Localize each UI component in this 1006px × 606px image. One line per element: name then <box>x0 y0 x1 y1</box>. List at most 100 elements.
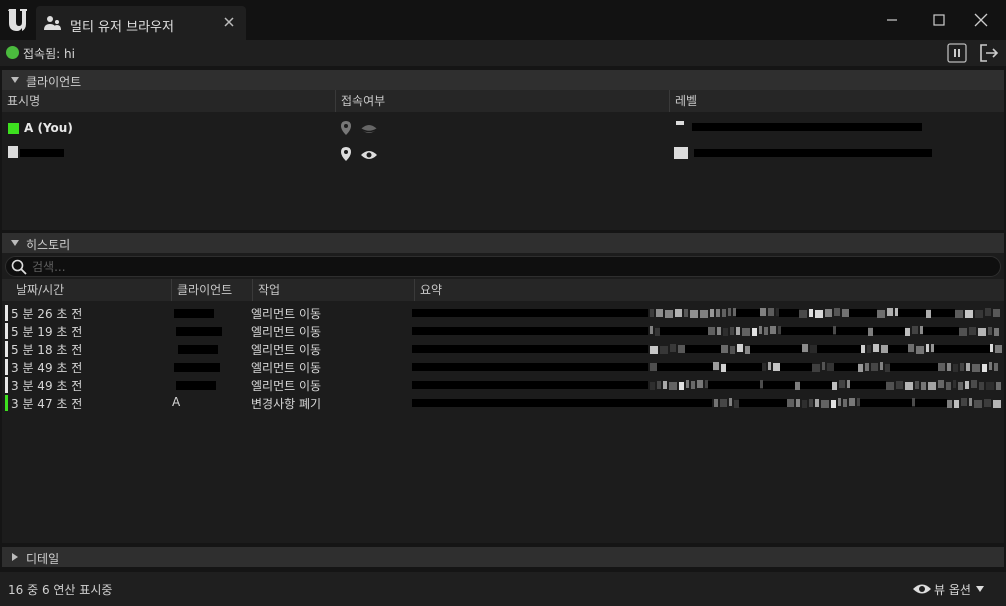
redacted-noise <box>690 310 698 318</box>
redacted-level <box>692 123 922 131</box>
redacted-summary <box>736 309 760 317</box>
redacted-noise <box>905 328 910 336</box>
history-action: 엘리먼트 이동 <box>251 361 322 375</box>
redacted-noise <box>834 308 840 316</box>
tab-multi-user-browser[interactable]: 멀티 유저 브라우저 <box>36 6 246 40</box>
search-input[interactable] <box>32 258 932 276</box>
redacted-noise <box>660 346 668 354</box>
redacted-client <box>174 309 214 318</box>
redacted-noise <box>877 310 885 318</box>
redacted-noise <box>831 400 836 408</box>
redacted-noise <box>873 344 879 352</box>
redacted-summary <box>739 399 787 407</box>
redacted-summary <box>685 345 721 353</box>
redacted-noise <box>713 362 719 370</box>
redacted-client <box>178 345 218 354</box>
column-connection[interactable]: 접속여부 <box>336 90 670 112</box>
redacted-noise <box>959 328 967 336</box>
eye-closed-icon[interactable] <box>360 123 378 135</box>
redacted-summary <box>888 345 908 353</box>
clients-section-header[interactable]: 클라이언트 <box>2 70 1004 90</box>
redacted-noise <box>916 346 924 354</box>
redacted-noise <box>985 308 991 316</box>
title-bar: 멀티 유저 브라우저 <box>0 0 1006 40</box>
redacted-noise <box>982 364 987 372</box>
history-search-box[interactable] <box>5 256 1001 277</box>
redacted-noise <box>955 310 963 318</box>
redacted-summary <box>657 363 713 371</box>
redacted-noise <box>993 309 1000 317</box>
redacted-summary <box>873 327 905 335</box>
clients-column-header: 표시명 접속여부 레벨 <box>2 90 1004 112</box>
redacted-noise <box>971 380 977 388</box>
history-row[interactable]: 5 분 18 초 전 엘리먼트 이동 <box>2 340 1004 358</box>
redacted-noise <box>974 400 982 408</box>
redacted-noise <box>650 363 657 371</box>
redacted-noise <box>742 328 750 336</box>
redacted-summary <box>708 381 760 389</box>
redacted-noise <box>770 326 776 334</box>
redacted-noise <box>953 380 956 388</box>
redacted-noise <box>822 362 825 370</box>
history-action: 엘리먼트 이동 <box>251 325 322 339</box>
history-row[interactable]: 3 분 47 초 전 A 변경사항 폐기 <box>2 394 1004 412</box>
redacted-noise <box>720 399 727 407</box>
history-row[interactable]: 3 분 49 초 전 엘리먼트 이동 <box>2 358 1004 376</box>
details-section-header[interactable]: 디테일 <box>2 547 1004 567</box>
eye-icon[interactable] <box>360 149 378 161</box>
column-client[interactable]: 클라이언트 <box>172 279 253 301</box>
history-section-header[interactable]: 히스토리 <box>2 233 1004 253</box>
redacted-noise <box>887 308 893 316</box>
column-level[interactable]: 레벨 <box>670 90 1004 112</box>
window-close-icon[interactable] <box>971 10 991 30</box>
redacted-noise <box>691 381 695 389</box>
redacted-client <box>174 363 220 372</box>
redacted-noise <box>762 363 766 371</box>
redacted-noise <box>679 382 684 390</box>
history-time: 5 분 18 초 전 <box>11 343 83 357</box>
redacted-summary <box>660 327 708 335</box>
minimize-icon[interactable] <box>882 10 902 30</box>
client-color-marker <box>5 323 8 339</box>
redacted-noise <box>821 400 829 408</box>
chevron-down-icon <box>11 240 19 246</box>
redacted-noise <box>809 399 813 407</box>
redacted-summary <box>726 363 762 371</box>
client-row[interactable]: A (You) <box>2 117 1004 141</box>
chevron-down-icon <box>976 586 984 592</box>
redacted-noise <box>716 309 720 317</box>
close-icon[interactable] <box>222 15 236 29</box>
location-pin-icon[interactable] <box>340 146 352 162</box>
redacted-noise <box>810 345 817 353</box>
column-summary[interactable]: 요약 <box>415 279 1004 301</box>
history-row[interactable]: 5 분 26 초 전 엘리먼트 이동 <box>2 304 1004 322</box>
redacted-noise <box>886 382 894 390</box>
redacted-noise <box>881 345 888 353</box>
client-color-marker <box>5 395 8 411</box>
redacted-summary <box>763 381 795 389</box>
redacted-noise <box>915 381 919 389</box>
client-color-marker <box>5 341 8 357</box>
redacted-noise <box>717 327 721 335</box>
redacted-noise <box>802 400 807 408</box>
redacted-noise <box>947 400 952 408</box>
history-row[interactable]: 5 분 19 초 전 엘리먼트 이동 <box>2 322 1004 340</box>
location-pin-icon[interactable] <box>340 120 352 136</box>
column-datetime[interactable]: 날짜/시간 <box>2 279 172 301</box>
pause-icon[interactable] <box>946 42 968 64</box>
redacted-summary <box>915 399 947 407</box>
history-row[interactable]: 3 분 49 초 전 엘리먼트 이동 <box>2 376 1004 394</box>
view-options-button[interactable]: 뷰 옵션 <box>912 580 992 598</box>
redacted-noise <box>812 364 820 372</box>
column-operation[interactable]: 작업 <box>253 279 415 301</box>
redacted-noise <box>871 363 878 371</box>
maximize-icon[interactable] <box>929 10 949 30</box>
leave-session-icon[interactable] <box>978 42 1000 64</box>
redacted-noise <box>912 326 918 334</box>
redacted-summary <box>934 345 990 353</box>
column-display-name[interactable]: 표시명 <box>2 90 336 112</box>
connection-status-indicator <box>6 46 19 59</box>
client-row[interactable] <box>2 143 1004 167</box>
redacted-noise <box>966 363 970 371</box>
chevron-right-icon <box>12 553 18 561</box>
